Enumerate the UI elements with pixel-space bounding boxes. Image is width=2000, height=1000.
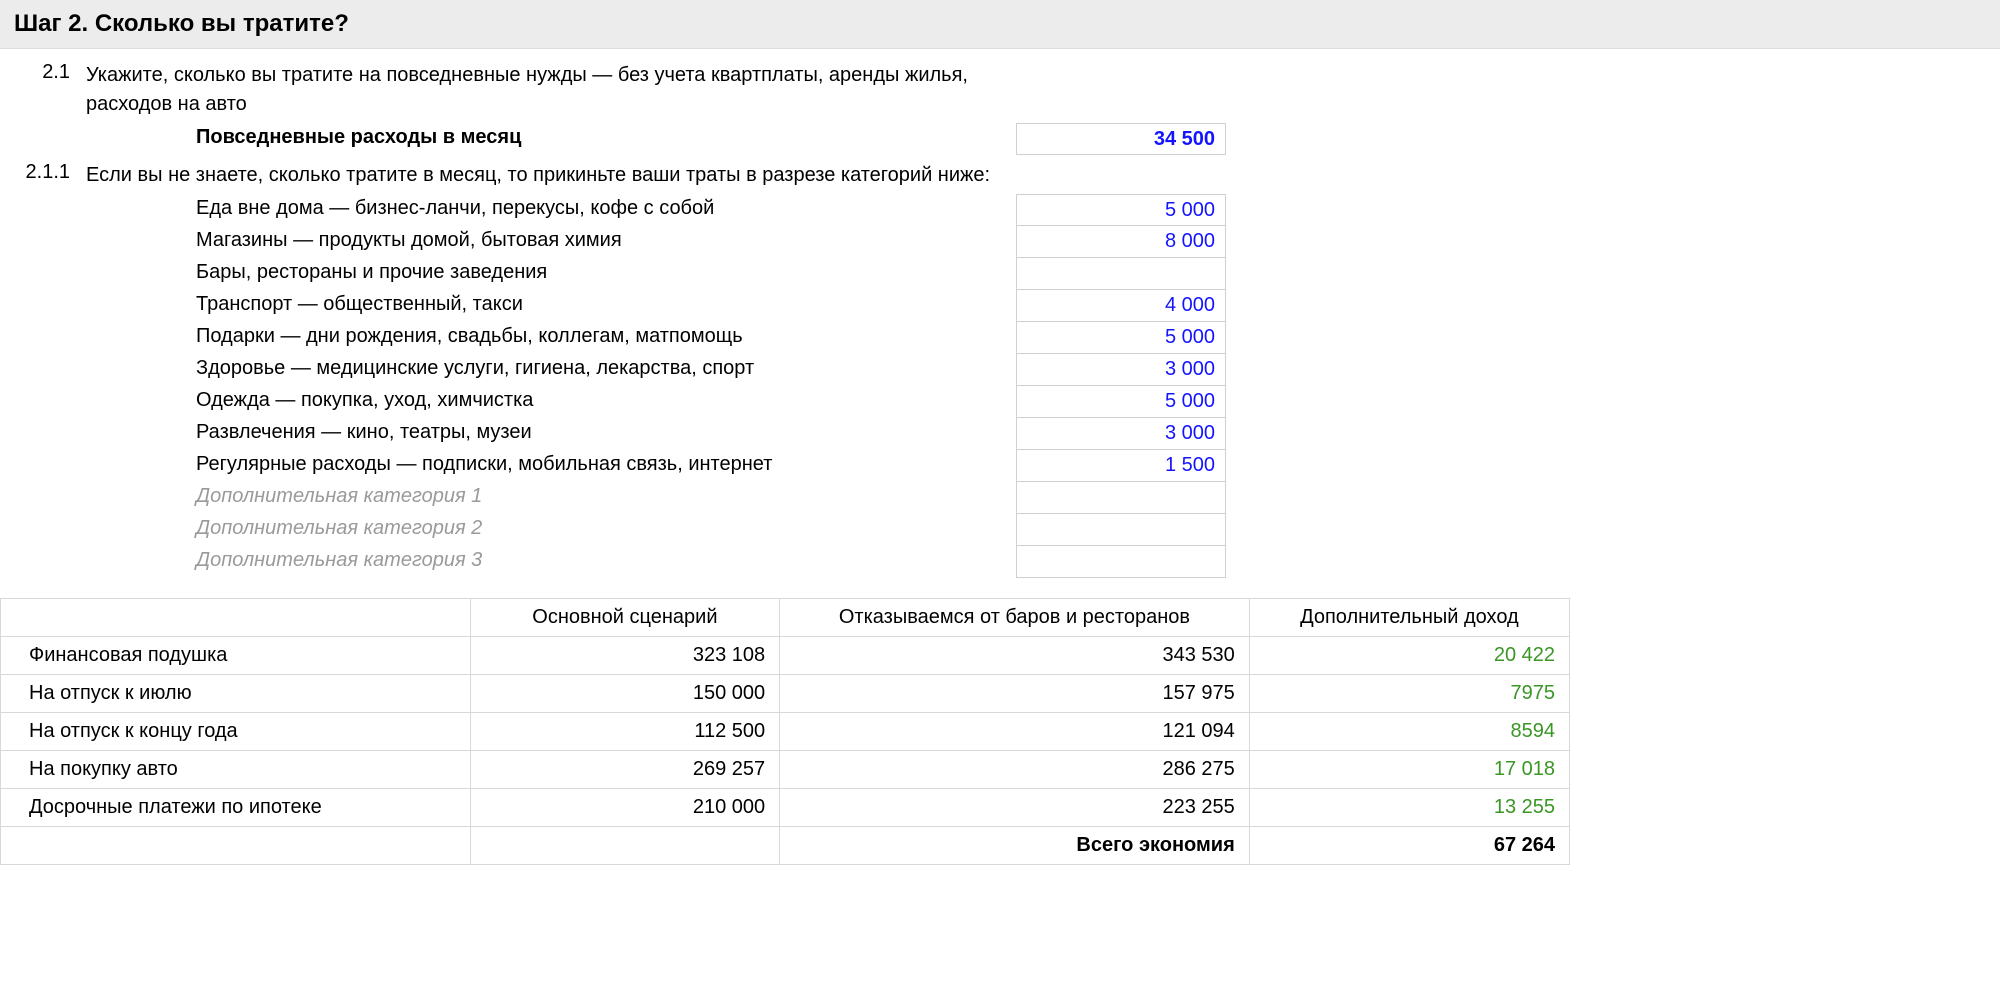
summary-total-value: 67 264 xyxy=(1249,827,1569,865)
category-label: Регулярные расходы — подписки, мобильная… xyxy=(86,450,1016,479)
summary-cell: 121 094 xyxy=(780,713,1250,751)
category-value-input[interactable]: 3 000 xyxy=(1016,418,1226,450)
summary-header xyxy=(1,599,471,637)
summary-cell: 323 108 xyxy=(470,637,780,675)
summary-cell: 223 255 xyxy=(780,789,1250,827)
summary-cell-delta: 20 422 xyxy=(1249,637,1569,675)
table-row: Финансовая подушка323 108343 53020 422 xyxy=(1,637,1570,675)
summary-cell-delta: 13 255 xyxy=(1249,789,1569,827)
category-label: Одежда — покупка, уход, химчистка xyxy=(86,386,1016,415)
summary-row-label: На отпуск к концу года xyxy=(1,713,471,751)
step-title: Шаг 2. Сколько вы тратите? xyxy=(0,0,2000,49)
category-label: Транспорт — общественный, такси xyxy=(86,290,1016,319)
category-label: Дополнительная категория 1 xyxy=(86,482,1016,511)
item-text-2-1: Укажите, сколько вы тратите на повседнев… xyxy=(86,61,1016,119)
summary-cell: 150 000 xyxy=(470,675,780,713)
category-value-input[interactable]: 1 500 xyxy=(1016,450,1226,482)
category-label: Бары, рестораны и прочие заведения xyxy=(86,258,1016,287)
monthly-expenses-input[interactable]: 34 500 xyxy=(1016,123,1226,155)
summary-cell: 157 975 xyxy=(780,675,1250,713)
summary-row-label: Досрочные платежи по ипотеке xyxy=(1,789,471,827)
item-text-2-1-1: Если вы не знаете, сколько тратите в мес… xyxy=(86,161,1984,190)
category-label: Дополнительная категория 2 xyxy=(86,514,1016,543)
category-value-input[interactable]: 5 000 xyxy=(1016,322,1226,354)
table-row: Досрочные платежи по ипотеке210 000223 2… xyxy=(1,789,1570,827)
category-label: Дополнительная категория 3 xyxy=(86,546,1016,575)
summary-row-label: На отпуск к июлю xyxy=(1,675,471,713)
item-number-2-1: 2.1 xyxy=(16,61,86,84)
summary-total-row: Всего экономия67 264 xyxy=(1,827,1570,865)
category-label: Еда вне дома — бизнес-ланчи, перекусы, к… xyxy=(86,194,1016,223)
category-value-input[interactable] xyxy=(1016,514,1226,546)
category-label: Здоровье — медицинские услуги, гигиена, … xyxy=(86,354,1016,383)
summary-cell: 112 500 xyxy=(470,713,780,751)
category-value-input[interactable] xyxy=(1016,482,1226,514)
item-number-2-1-1: 2.1.1 xyxy=(16,161,86,184)
summary-header: Дополнительный доход xyxy=(1249,599,1569,637)
category-value-input[interactable]: 4 000 xyxy=(1016,290,1226,322)
summary-total-label: Всего экономия xyxy=(780,827,1250,865)
category-value-input[interactable]: 3 000 xyxy=(1016,354,1226,386)
summary-cell: 286 275 xyxy=(780,751,1250,789)
category-value-input[interactable] xyxy=(1016,546,1226,578)
table-row: На покупку авто269 257286 27517 018 xyxy=(1,751,1570,789)
summary-cell: 210 000 xyxy=(470,789,780,827)
summary-cell-delta: 8594 xyxy=(1249,713,1569,751)
summary-row-label: На покупку авто xyxy=(1,751,471,789)
category-label: Магазины — продукты домой, бытовая химия xyxy=(86,226,1016,255)
summary-header: Отказываемся от баров и ресторанов xyxy=(780,599,1250,637)
table-row: На отпуск к июлю150 000157 9757975 xyxy=(1,675,1570,713)
summary-row-label: Финансовая подушка xyxy=(1,637,471,675)
category-label: Подарки — дни рождения, свадьбы, коллега… xyxy=(86,322,1016,351)
summary-header: Основной сценарий xyxy=(470,599,780,637)
summary-cell: 269 257 xyxy=(470,751,780,789)
summary-cell: 343 530 xyxy=(780,637,1250,675)
category-label: Развлечения — кино, театры, музеи xyxy=(86,418,1016,447)
monthly-expenses-label: Повседневные расходы в месяц xyxy=(86,123,1016,152)
summary-cell-delta: 7975 xyxy=(1249,675,1569,713)
category-value-input[interactable]: 5 000 xyxy=(1016,386,1226,418)
summary-table: Основной сценарийОтказываемся от баров и… xyxy=(0,598,1570,865)
category-value-input[interactable]: 8 000 xyxy=(1016,226,1226,258)
category-value-input[interactable]: 5 000 xyxy=(1016,194,1226,226)
summary-cell-delta: 17 018 xyxy=(1249,751,1569,789)
table-row: На отпуск к концу года112 500121 0948594 xyxy=(1,713,1570,751)
category-value-input[interactable] xyxy=(1016,258,1226,290)
